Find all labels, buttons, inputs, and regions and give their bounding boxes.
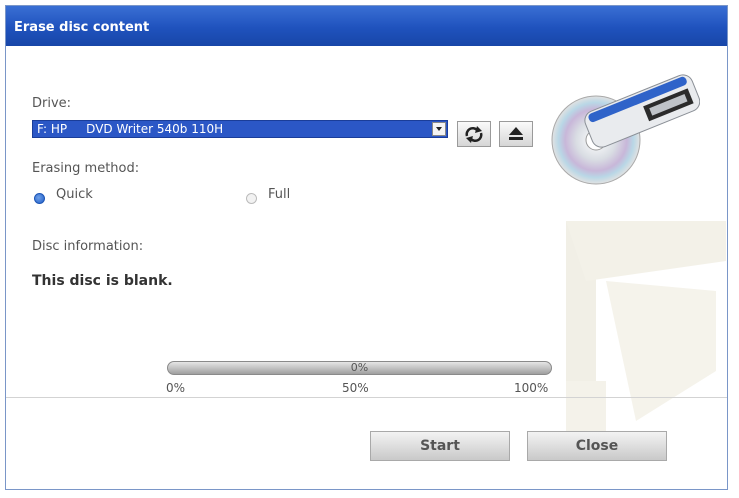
drive-label: Drive: [32, 96, 72, 111]
progress-tick-100: 100% [514, 381, 549, 395]
title-bar: Erase disc content [6, 6, 727, 46]
dropdown-arrow-icon[interactable] [432, 122, 446, 136]
progress-percent: 0% [350, 361, 369, 374]
radio-quick[interactable] [34, 193, 45, 204]
radio-full-label[interactable]: Full [268, 187, 290, 202]
progress-bar: 0% [167, 361, 552, 375]
refresh-button[interactable] [457, 121, 491, 147]
window-title: Erase disc content [14, 20, 150, 35]
erase-disc-dialog: Erase disc content Drive: F: HP DVD Writ… [5, 5, 728, 490]
start-button[interactable]: Start [370, 431, 510, 461]
erasing-method-label: Erasing method: [32, 161, 140, 176]
drive-select[interactable]: F: HP DVD Writer 540b 110H [32, 120, 448, 138]
radio-quick-label[interactable]: Quick [56, 187, 93, 202]
close-button[interactable]: Close [527, 431, 667, 461]
footer-divider [6, 397, 727, 398]
progress-tick-50: 50% [342, 381, 369, 395]
radio-full[interactable] [246, 193, 257, 204]
progress-tick-0: 0% [166, 381, 186, 395]
disc-information-label: Disc information: [32, 239, 144, 254]
disc-drive-illustration-icon [551, 74, 700, 185]
disc-status-message: This disc is blank. [32, 273, 173, 289]
eject-icon [509, 127, 523, 140]
eject-button[interactable] [499, 121, 533, 147]
refresh-icon [465, 126, 483, 143]
drive-select-value: F: HP DVD Writer 540b 110H [37, 122, 224, 136]
